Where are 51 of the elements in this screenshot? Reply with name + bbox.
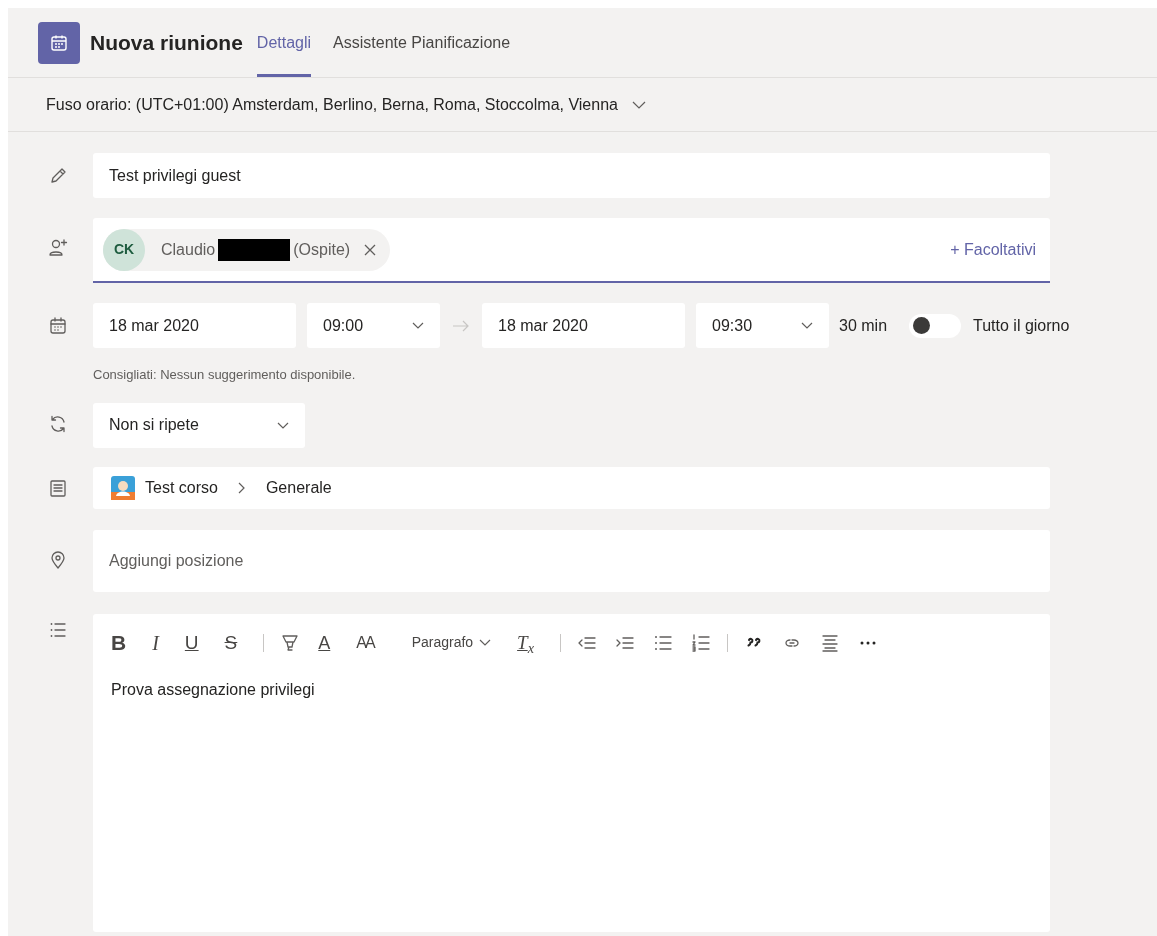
chevron-down-icon: [412, 322, 424, 329]
start-date-field[interactable]: 18 mar 2020: [93, 303, 296, 348]
font-size-button[interactable]: AA: [356, 634, 374, 651]
avatar-initials: CK: [103, 228, 145, 271]
description-editor[interactable]: B I U S A AA Paragrafo T$_{x}$ Prova assegnazione privilegi: [93, 613, 1050, 932]
location-field[interactable]: Aggiungi posizione: [93, 529, 1050, 592]
channel-name: Generale: [265, 477, 332, 498]
font-color-button[interactable]: A: [318, 633, 331, 652]
align-icon[interactable]: [820, 632, 840, 653]
all-day-toggle[interactable]: [909, 313, 962, 338]
chevron-down-icon: [479, 639, 492, 646]
chevron-down-icon: [631, 100, 646, 109]
chevron-right-icon: [237, 481, 246, 494]
tab[interactable]: Assistente Pianificazione: [333, 8, 511, 77]
chevron-down-icon: [277, 421, 289, 429]
location-pin-icon: [48, 549, 68, 570]
optional-attendees-link[interactable]: + Facoltativi: [950, 237, 1036, 262]
title-field[interactable]: Test privilegi guest: [93, 153, 1050, 198]
description-text: Prova assegnazione privilegi: [111, 679, 316, 700]
team-name: Test corso: [145, 477, 218, 498]
all-day-label: Tutto il giorno: [973, 315, 1070, 336]
end-time-dropdown[interactable]: 09:30: [696, 303, 829, 348]
paragraph-dropdown[interactable]: Paragrafo: [411, 632, 492, 653]
repeat-icon: [48, 413, 68, 434]
timezone-dropdown[interactable]: Fuso orario: (UTC+01:00) Amsterdam, Berlino, Berna, Roma, Stoccolma, Vienna: [46, 92, 646, 117]
attendee-name: Claudio: [161, 239, 216, 260]
channel-field[interactable]: Test corso Generale: [93, 466, 1050, 509]
strikethrough-button[interactable]: S: [224, 633, 238, 652]
add-person-icon: [48, 238, 68, 258]
arrow-right-icon: [451, 319, 471, 332]
calendar-icon: [48, 316, 68, 336]
attendees-field[interactable]: CK Claudio (Ospite) + Facoltativi: [93, 218, 1050, 283]
end-date-field[interactable]: 18 mar 2020: [482, 303, 685, 348]
duration-label: 30 min: [839, 315, 888, 336]
team-icon: [111, 475, 135, 500]
guest-tag: (Ospite): [293, 237, 351, 262]
italic-button[interactable]: I: [152, 632, 159, 653]
calendar-app-icon: [38, 21, 80, 64]
suggestion-text: Consigliati: Nessun suggerimento disponibile.: [93, 366, 357, 384]
start-time-dropdown[interactable]: 09:00: [307, 303, 440, 348]
tab[interactable]: Dettagli: [256, 8, 312, 77]
clear-format-button[interactable]: T$_{x}$: [517, 633, 534, 652]
close-icon[interactable]: [364, 243, 377, 256]
numbered-list-icon[interactable]: [691, 632, 711, 653]
page-title: Nuova riunione: [90, 29, 243, 56]
underline-button[interactable]: U: [184, 633, 199, 652]
bold-button[interactable]: B: [111, 632, 127, 653]
channel-icon: [48, 477, 68, 498]
chevron-down-icon: [801, 322, 813, 329]
repeat-dropdown[interactable]: Non si ripete: [93, 402, 305, 448]
pencil-icon: [48, 166, 68, 186]
